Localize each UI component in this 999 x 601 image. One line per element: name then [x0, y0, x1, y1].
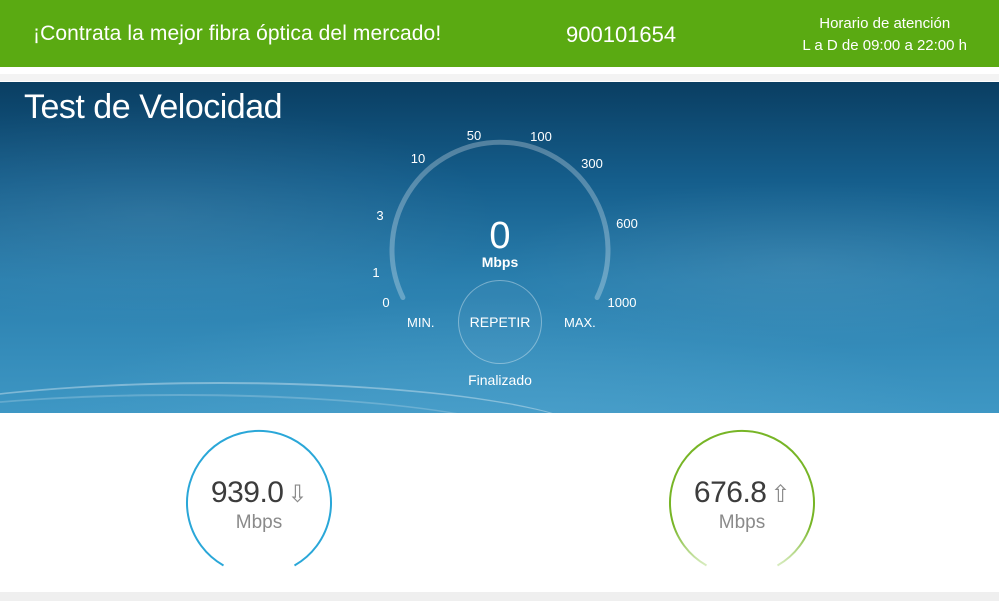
upload-unit: Mbps: [718, 512, 766, 533]
opening-hours: Horario de atención L a D de 09:00 a 22:…: [802, 13, 967, 57]
gauge-tick-label: 300: [581, 156, 603, 171]
upload-value: 676.8 ⇧: [667, 476, 817, 510]
current-speed-value: 0: [489, 215, 511, 257]
speedtest-panel: Test de Velocidad 0 1 3 10 50 100 300 60…: [0, 82, 999, 413]
upload-result: 676.8 ⇧ Mbps: [667, 428, 817, 578]
footer-bar: [0, 592, 999, 601]
gauge-tick-label: 100: [530, 129, 552, 144]
current-speed: 0 Mbps: [450, 216, 550, 270]
divider-band: [0, 74, 999, 81]
test-status: Finalizado: [468, 372, 532, 388]
phone-number[interactable]: 900101654: [566, 22, 676, 48]
gauge-tick-label: 10: [411, 151, 425, 166]
promo-banner: ¡Contrata la mejor fibra óptica del merc…: [0, 0, 999, 67]
promo-text[interactable]: ¡Contrata la mejor fibra óptica del merc…: [33, 22, 441, 46]
upload-speed: 676.8: [693, 476, 767, 509]
current-speed-unit: Mbps: [481, 254, 519, 270]
gauge-tick-label: 3: [376, 208, 383, 223]
repeat-test-button[interactable]: REPETIR: [458, 280, 542, 364]
min-label: MIN.: [407, 315, 435, 330]
max-label: MAX.: [564, 315, 596, 330]
download-arrow-icon: ⇩: [287, 481, 308, 508]
hours-title: Horario de atención: [819, 15, 951, 32]
download-unit: Mbps: [235, 512, 283, 533]
download-result: 939.0 ⇩ Mbps: [184, 428, 334, 578]
header-divider: [0, 67, 999, 81]
gauge-tick-label: 600: [616, 216, 638, 231]
gauge-tick-label: 0: [382, 295, 389, 310]
gauge-tick-label: 1000: [608, 295, 637, 310]
hours-value: L a D de 09:00 a 22:00 h: [802, 37, 967, 54]
upload-arrow-icon: ⇧: [770, 481, 791, 508]
gauge-tick-label: 50: [467, 128, 481, 143]
download-value: 939.0 ⇩: [184, 476, 334, 510]
repeat-button-label: REPETIR: [469, 314, 531, 330]
download-speed: 939.0: [210, 476, 284, 509]
gauge-tick-label: 1: [372, 265, 379, 280]
